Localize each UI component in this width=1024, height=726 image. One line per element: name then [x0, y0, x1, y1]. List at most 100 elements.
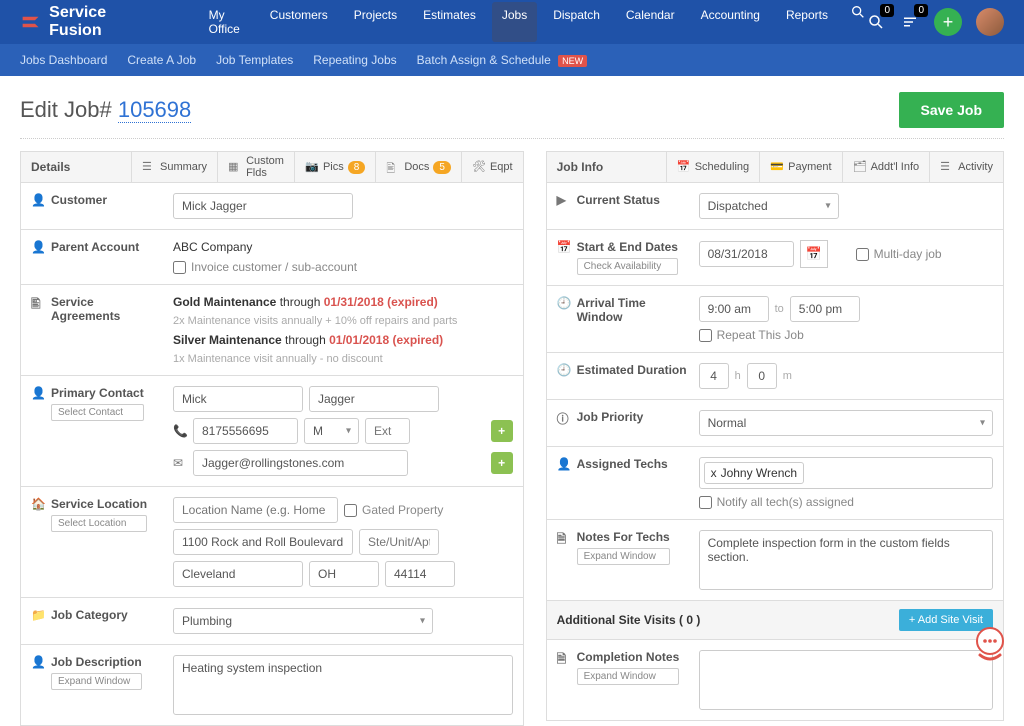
tab-summary[interactable]: ☰Summary — [131, 152, 217, 182]
notify-techs-checkbox[interactable]: Notify all tech(s) assigned — [699, 495, 993, 509]
nav-jobs[interactable]: Jobs — [492, 2, 537, 42]
job-description-textarea[interactable]: Heating system inspection — [173, 655, 513, 715]
arrival-to-input[interactable] — [790, 296, 860, 322]
start-date-input[interactable] — [699, 241, 794, 267]
search-icon[interactable] — [850, 2, 866, 22]
contact-last-input[interactable] — [309, 386, 439, 412]
label-job-category: 📁Job Category — [31, 608, 161, 622]
subnav-repeating[interactable]: Repeating Jobs — [313, 53, 396, 67]
calendar-icon: 📅 — [805, 246, 821, 262]
logo-icon — [20, 11, 41, 33]
phone-type-select[interactable]: M — [304, 418, 359, 444]
page-title-prefix: Edit Job# — [20, 97, 118, 122]
calendar-icon: 📅 — [677, 160, 691, 174]
unit-input[interactable] — [359, 529, 439, 555]
row-notes-techs: 🗎 Notes For Techs Expand Window Complete… — [546, 520, 1004, 601]
add-phone-button[interactable]: + — [491, 420, 513, 442]
tab-payment[interactable]: 💳Payment — [759, 152, 841, 182]
row-status: ▶Current Status — [546, 183, 1004, 230]
select-location-button[interactable]: Select Location — [51, 515, 147, 532]
tab-pics[interactable]: 📷Pics8 — [294, 152, 375, 182]
duration-hours-input[interactable] — [699, 363, 729, 389]
nav-reports[interactable]: Reports — [776, 2, 838, 42]
priority-select[interactable] — [699, 410, 993, 436]
label-completion-notes: 🗎 Completion Notes Expand Window — [557, 650, 687, 685]
nav-my-office[interactable]: My Office — [199, 2, 254, 42]
assigned-techs-input[interactable]: xJohny Wrench — [699, 457, 993, 489]
check-availability-button[interactable]: Check Availability — [577, 258, 678, 275]
label-status: ▶Current Status — [557, 193, 687, 207]
save-job-button[interactable]: Save Job — [899, 92, 1004, 128]
customer-input[interactable] — [173, 193, 353, 219]
arrival-from-input[interactable] — [699, 296, 769, 322]
completion-notes-textarea[interactable] — [699, 650, 993, 710]
date-picker-button[interactable]: 📅 — [800, 240, 828, 268]
nav-calendar[interactable]: Calendar — [616, 2, 685, 42]
email-icon: ✉ — [173, 456, 187, 470]
multiday-checkbox[interactable]: Multi-day job — [856, 247, 942, 261]
contact-first-input[interactable] — [173, 386, 303, 412]
expand-completion-button[interactable]: Expand Window — [577, 668, 680, 685]
notes-techs-textarea[interactable]: Complete inspection form in the custom f… — [699, 530, 993, 590]
page-header: Edit Job# 105698 Save Job — [20, 92, 1004, 128]
status-select[interactable] — [699, 193, 839, 219]
email-input[interactable] — [193, 450, 408, 476]
camera-icon: 📷 — [305, 160, 319, 174]
row-completion-notes: 🗎 Completion Notes Expand Window — [546, 640, 1004, 721]
phone-input[interactable] — [193, 418, 298, 444]
gated-checkbox[interactable]: Gated Property — [344, 503, 443, 517]
select-contact-button[interactable]: Select Contact — [51, 404, 144, 421]
nav-projects[interactable]: Projects — [344, 2, 407, 42]
street-input[interactable] — [173, 529, 353, 555]
nav-estimates[interactable]: Estimates — [413, 2, 486, 42]
invoice-sub-checkbox[interactable]: Invoice customer / sub-account — [173, 260, 513, 274]
row-service-agreements: 🖺Service Agreements Gold Maintenance thr… — [20, 285, 524, 376]
state-input[interactable] — [309, 561, 379, 587]
details-title: Details — [21, 152, 131, 182]
nav-accounting[interactable]: Accounting — [691, 2, 770, 42]
agreement-silver: Silver Maintenance through 01/01/2018 (e… — [173, 333, 513, 347]
clock-icon: 🕘 — [557, 296, 571, 310]
zip-input[interactable] — [385, 561, 455, 587]
tab-addtl[interactable]: 🗂Addt'l Info — [842, 152, 930, 182]
nav-dispatch[interactable]: Dispatch — [543, 2, 610, 42]
location-name-input[interactable] — [173, 497, 338, 523]
subnav-job-templates[interactable]: Job Templates — [216, 53, 293, 67]
job-number[interactable]: 105698 — [118, 97, 191, 123]
city-input[interactable] — [173, 561, 303, 587]
tab-scheduling[interactable]: 📅Scheduling — [666, 152, 759, 182]
eqpt-icon: 🛠 — [472, 160, 486, 174]
queue-badge: 0 — [914, 4, 928, 17]
repeat-job-checkbox[interactable]: Repeat This Job — [699, 328, 993, 342]
add-email-button[interactable]: + — [491, 452, 513, 474]
row-duration: 🕘Estimated Duration h m — [546, 353, 1004, 400]
note-icon: 🗎 — [557, 650, 571, 664]
subnav-create-job[interactable]: Create A Job — [127, 53, 196, 67]
queue-icon[interactable]: 0 — [900, 12, 920, 32]
jobinfo-tabs: 📅Scheduling 💳Payment 🗂Addt'l Info ☰Activ… — [666, 152, 1003, 182]
add-new-button[interactable]: + — [934, 8, 962, 36]
subnav-batch[interactable]: Batch Assign & Schedule NEW — [417, 53, 587, 67]
duration-mins-input[interactable] — [747, 363, 777, 389]
notifications-icon[interactable]: 0 — [866, 12, 886, 32]
tab-activity[interactable]: ☰Activity — [929, 152, 1003, 182]
label-notes-techs: 🗎 Notes For Techs Expand Window — [557, 530, 687, 565]
expand-notes-button[interactable]: Expand Window — [577, 548, 670, 565]
job-category-select[interactable] — [173, 608, 433, 634]
subnav-dashboard[interactable]: Jobs Dashboard — [20, 53, 107, 67]
tab-docs[interactable]: 🖹Docs5 — [375, 152, 461, 182]
expand-description-button[interactable]: Expand Window — [51, 673, 142, 690]
remove-chip-icon[interactable]: x — [711, 466, 717, 480]
subnav-batch-label: Batch Assign & Schedule — [417, 53, 551, 67]
info-icon: ⓘ — [557, 410, 571, 424]
user-avatar[interactable] — [976, 8, 1004, 36]
parent-account-company: ABC Company — [173, 240, 513, 254]
jobinfo-header: Job Info 📅Scheduling 💳Payment 🗂Addt'l In… — [546, 151, 1004, 183]
nav-customers[interactable]: Customers — [260, 2, 338, 42]
nav-right: 0 0 + — [866, 8, 1004, 36]
tab-eqpt[interactable]: 🛠Eqpt — [461, 152, 523, 182]
phone-ext-input[interactable] — [365, 418, 410, 444]
help-chat-button[interactable] — [968, 623, 1012, 667]
tab-custom-fields[interactable]: ▦Custom Flds — [217, 152, 294, 182]
tech-chip[interactable]: xJohny Wrench — [704, 462, 804, 484]
